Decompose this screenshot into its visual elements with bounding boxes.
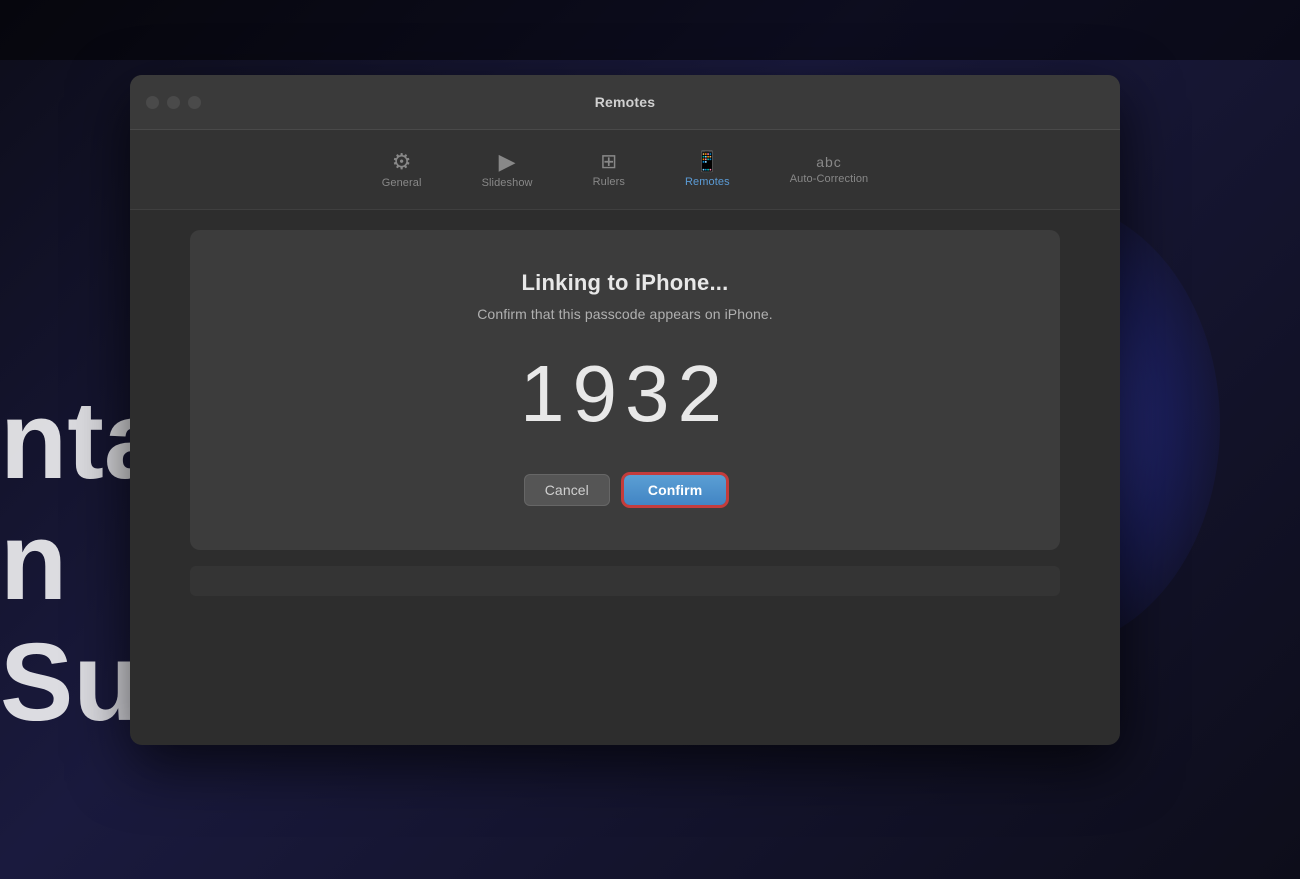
minimize-button[interactable] [167, 96, 180, 109]
general-icon: ⚙ [392, 151, 412, 173]
content-area: Linking to iPhone... Confirm that this p… [130, 210, 1120, 745]
toolbar: ⚙ General ▶ Slideshow ⊞ Rulers 📱 Remotes… [130, 130, 1120, 210]
dialog-title: Linking to iPhone... [522, 270, 729, 296]
dialog-buttons: Cancel Confirm [524, 474, 727, 506]
dialog-subtitle: Confirm that this passcode appears on iP… [477, 306, 773, 322]
window-controls [146, 96, 201, 109]
tab-rulers-label: Rulers [593, 176, 625, 188]
remotes-icon: 📱 [695, 152, 720, 172]
tab-general[interactable]: ⚙ General [352, 143, 452, 197]
window-title: Remotes [595, 94, 656, 110]
close-button[interactable] [146, 96, 159, 109]
slideshow-icon: ▶ [499, 151, 516, 173]
tab-slideshow[interactable]: ▶ Slideshow [452, 143, 563, 197]
maximize-button[interactable] [188, 96, 201, 109]
tab-auto-correction[interactable]: abc Auto-Correction [760, 147, 899, 193]
bottom-placeholder [190, 566, 1060, 596]
cancel-button[interactable]: Cancel [524, 474, 610, 506]
main-window: Remotes ⚙ General ▶ Slideshow ⊞ Rulers 📱… [130, 75, 1120, 745]
tab-rulers[interactable]: ⊞ Rulers [563, 144, 655, 196]
title-bar: Remotes [130, 75, 1120, 130]
rulers-icon: ⊞ [600, 152, 617, 172]
tab-auto-correction-label: Auto-Correction [790, 173, 869, 185]
auto-correction-icon: abc [816, 155, 842, 169]
top-strip [0, 0, 1300, 60]
link-dialog: Linking to iPhone... Confirm that this p… [190, 230, 1060, 550]
passcode-display: 1932 [520, 354, 730, 434]
confirm-button[interactable]: Confirm [624, 475, 726, 505]
tab-slideshow-label: Slideshow [482, 177, 533, 189]
tab-general-label: General [382, 177, 422, 189]
tab-remotes-label: Remotes [685, 176, 730, 188]
tab-remotes[interactable]: 📱 Remotes [655, 144, 760, 196]
